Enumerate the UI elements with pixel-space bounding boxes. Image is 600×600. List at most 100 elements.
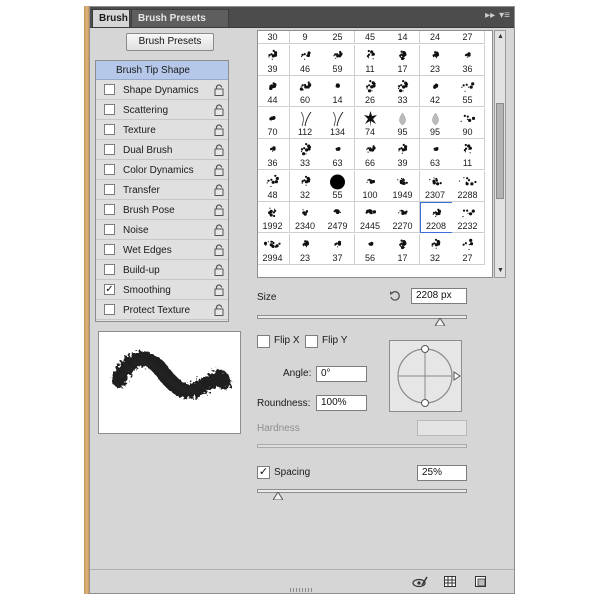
option-scattering[interactable]: Scattering: [96, 101, 228, 120]
brush-preset-cell[interactable]: 112: [289, 107, 323, 139]
brush-preset-cell[interactable]: 59: [322, 44, 355, 76]
angle-input[interactable]: 0°: [316, 366, 367, 382]
option-build-up[interactable]: Build-up: [96, 261, 228, 280]
flip-x-checkbox[interactable]: [257, 335, 270, 348]
brush-grid-scrollbar[interactable]: ▲ ▼: [494, 30, 506, 278]
lock-icon[interactable]: [214, 204, 224, 216]
option-checkbox[interactable]: [104, 304, 115, 315]
brush-preset-cell[interactable]: 95: [387, 107, 420, 139]
option-dual-brush[interactable]: Dual Brush: [96, 141, 228, 160]
brush-preset-cell[interactable]: 95: [419, 107, 453, 139]
brush-preset-cell[interactable]: 134: [322, 107, 355, 139]
brush-preset-cell[interactable]: 17: [387, 233, 420, 265]
brush-preset-cell[interactable]: 23: [289, 233, 323, 265]
option-checkbox[interactable]: [104, 204, 115, 215]
lock-icon[interactable]: [214, 124, 224, 136]
lock-icon[interactable]: [214, 284, 224, 296]
brush-preset-cell[interactable]: 36: [258, 139, 290, 170]
brush-preset-cell[interactable]: 45: [354, 31, 388, 44]
brush-preset-cell[interactable]: 33: [289, 139, 323, 170]
reset-size-icon[interactable]: [389, 290, 401, 302]
brush-preset-cell[interactable]: 55: [452, 76, 485, 107]
brush-preset-cell[interactable]: 56: [354, 233, 388, 265]
option-checkbox[interactable]: [104, 84, 115, 95]
brush-preset-cell[interactable]: 2208: [419, 202, 453, 233]
brush-preset-cell[interactable]: 2307: [419, 170, 453, 202]
brush-preset-cell[interactable]: 24: [419, 31, 453, 44]
lock-icon[interactable]: [214, 184, 224, 196]
option-protect-texture[interactable]: Protect Texture: [96, 301, 228, 320]
lock-icon[interactable]: [214, 244, 224, 256]
option-checkbox[interactable]: [104, 124, 115, 135]
scroll-up-arrow-icon[interactable]: ▲: [496, 32, 505, 42]
brush-preset-cell[interactable]: 17: [387, 44, 420, 76]
brush-preset-cell[interactable]: 30: [258, 31, 290, 44]
brush-preset-cell[interactable]: 2994: [258, 233, 290, 265]
spacing-input[interactable]: 25%: [417, 465, 467, 481]
option-checkbox[interactable]: [104, 184, 115, 195]
brush-preset-cell[interactable]: 2445: [354, 202, 388, 233]
brush-preset-cell[interactable]: 1949: [387, 170, 420, 202]
option-brush-pose[interactable]: Brush Pose: [96, 201, 228, 220]
roundness-input[interactable]: 100%: [316, 395, 367, 411]
resize-grip[interactable]: [290, 588, 314, 592]
brush-preset-cell[interactable]: 46: [289, 44, 323, 76]
brush-preset-cell[interactable]: 55: [322, 170, 355, 202]
brush-preset-cell[interactable]: 27: [452, 233, 485, 265]
lock-icon[interactable]: [214, 84, 224, 96]
option-checkbox[interactable]: [104, 224, 115, 235]
lock-icon[interactable]: [214, 264, 224, 276]
option-checkbox[interactable]: ✓: [104, 284, 115, 295]
option-color-dynamics[interactable]: Color Dynamics: [96, 161, 228, 180]
brush-preset-cell[interactable]: 25: [322, 31, 355, 44]
spacing-slider-knob[interactable]: [273, 492, 283, 500]
lock-icon[interactable]: [214, 144, 224, 156]
option-shape-dynamics[interactable]: Shape Dynamics: [96, 81, 228, 100]
spacing-checkbox[interactable]: ✓: [257, 466, 270, 479]
brush-preset-cell[interactable]: 2232: [452, 202, 485, 233]
brush-preset-cell[interactable]: 70: [258, 107, 290, 139]
brush-preset-cell[interactable]: 66: [354, 139, 388, 170]
brush-preset-cell[interactable]: 33: [387, 76, 420, 107]
brush-preset-cell[interactable]: 14: [322, 76, 355, 107]
size-slider-knob[interactable]: [434, 318, 445, 326]
brush-presets-button[interactable]: Brush Presets: [126, 33, 214, 51]
brush-preset-cell[interactable]: 26: [354, 76, 388, 107]
brush-preset-cell[interactable]: 37: [322, 233, 355, 265]
option-checkbox[interactable]: [104, 244, 115, 255]
brush-preset-cell[interactable]: 60: [289, 76, 323, 107]
brush-preset-cell[interactable]: 27: [452, 31, 485, 44]
tab-brush-presets[interactable]: Brush Presets: [131, 9, 229, 27]
brush-preset-cell[interactable]: 32: [419, 233, 453, 265]
option-checkbox[interactable]: [104, 104, 115, 115]
flip-y-checkbox[interactable]: [305, 335, 318, 348]
brush-preset-cell[interactable]: 1992: [258, 202, 290, 233]
brush-preset-cell[interactable]: 2288: [452, 170, 485, 202]
eye-brush-icon[interactable]: [412, 576, 428, 588]
brush-preset-cell[interactable]: 11: [354, 44, 388, 76]
panel-menu-icon[interactable]: ▾≡: [499, 10, 510, 21]
brush-preset-cell[interactable]: 63: [419, 139, 453, 170]
option-checkbox[interactable]: [104, 264, 115, 275]
brush-preset-cell[interactable]: 42: [419, 76, 453, 107]
brush-preset-cell[interactable]: 39: [258, 44, 290, 76]
brush-preset-cell[interactable]: 100: [354, 170, 388, 202]
scroll-down-arrow-icon[interactable]: ▼: [496, 266, 505, 276]
option-smoothing[interactable]: ✓ Smoothing: [96, 281, 228, 300]
brush-preset-cell[interactable]: 44: [258, 76, 290, 107]
lock-icon[interactable]: [214, 304, 224, 316]
size-input[interactable]: 2208 px: [411, 288, 467, 304]
option-wet-edges[interactable]: Wet Edges: [96, 241, 228, 260]
double-arrow-right-icon[interactable]: ▸▸: [485, 10, 495, 21]
brush-preset-cell[interactable]: 2340: [289, 202, 323, 233]
brush-preset-cell[interactable]: 32: [289, 170, 323, 202]
option-brush-tip-shape[interactable]: Brush Tip Shape: [96, 61, 228, 80]
brush-preset-cell[interactable]: 39: [387, 139, 420, 170]
brush-preset-cell[interactable]: 9: [289, 31, 323, 44]
lock-icon[interactable]: [214, 164, 224, 176]
brush-preset-cell[interactable]: 90: [452, 107, 485, 139]
brush-preset-cell[interactable]: 11: [452, 139, 485, 170]
scrollbar-thumb[interactable]: [496, 103, 504, 199]
option-transfer[interactable]: Transfer: [96, 181, 228, 200]
lock-icon[interactable]: [214, 104, 224, 116]
